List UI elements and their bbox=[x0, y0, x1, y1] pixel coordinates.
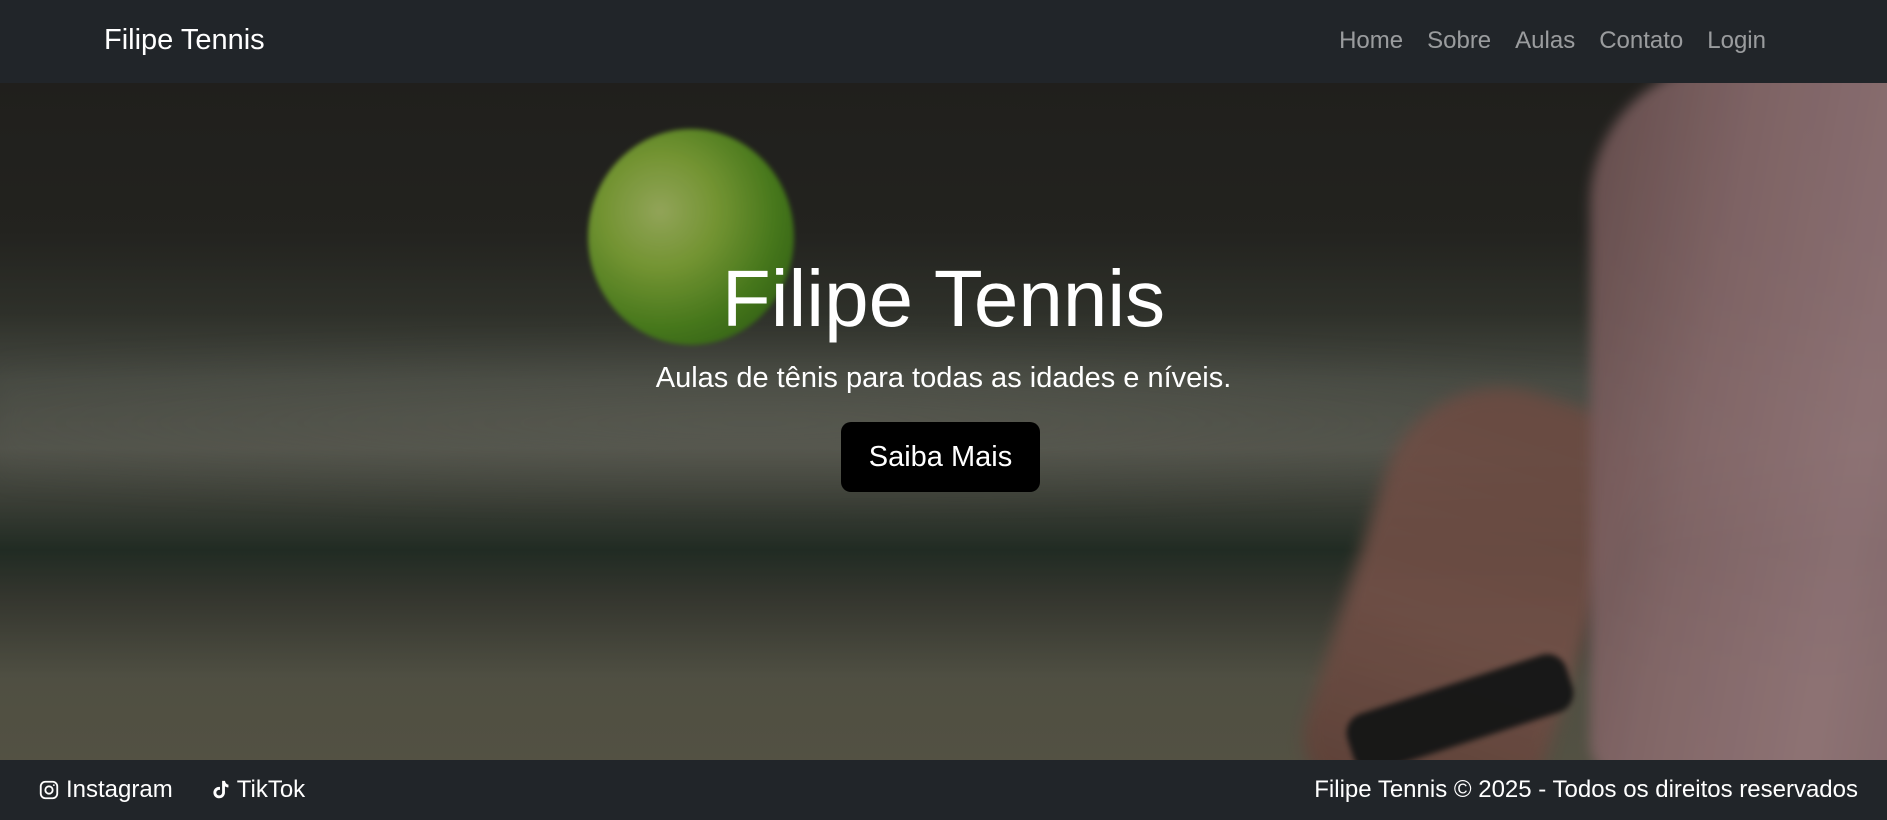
nav-link-sobre[interactable]: Sobre bbox=[1427, 27, 1491, 55]
saiba-mais-button[interactable]: Saiba Mais bbox=[841, 422, 1040, 492]
nav-link-home[interactable]: Home bbox=[1339, 27, 1403, 55]
nav-link-contato[interactable]: Contato bbox=[1599, 27, 1683, 55]
instagram-link[interactable]: Instagram bbox=[38, 776, 173, 804]
instagram-icon bbox=[38, 779, 60, 801]
brand-link[interactable]: Filipe Tennis bbox=[104, 24, 265, 57]
navbar: Filipe Tennis Home Sobre Aulas Contato L… bbox=[0, 0, 1887, 83]
copyright-text: Filipe Tennis © 2025 - Todos os direitos… bbox=[1314, 776, 1858, 803]
nav-link-login[interactable]: Login bbox=[1707, 27, 1766, 55]
nav-link-aulas[interactable]: Aulas bbox=[1515, 27, 1575, 55]
tiktok-link[interactable]: TikTok bbox=[209, 776, 305, 804]
tiktok-icon bbox=[209, 779, 231, 801]
footer: Instagram TikTok Filipe Tennis © 2025 - … bbox=[0, 760, 1887, 820]
hero-title: Filipe Tennis bbox=[721, 254, 1166, 343]
hero-content: Filipe Tennis Aulas de tênis para todas … bbox=[0, 83, 1887, 760]
tiktok-label: TikTok bbox=[236, 776, 306, 803]
social-links: Instagram TikTok bbox=[38, 776, 305, 804]
nav-links: Home Sobre Aulas Contato Login bbox=[1339, 27, 1766, 55]
instagram-label: Instagram bbox=[66, 776, 173, 803]
hero-subtitle: Aulas de tênis para todas as idades e ní… bbox=[655, 362, 1232, 394]
hero-section: Filipe Tennis Aulas de tênis para todas … bbox=[0, 83, 1887, 760]
page: Filipe Tennis Home Sobre Aulas Contato L… bbox=[0, 0, 1887, 820]
